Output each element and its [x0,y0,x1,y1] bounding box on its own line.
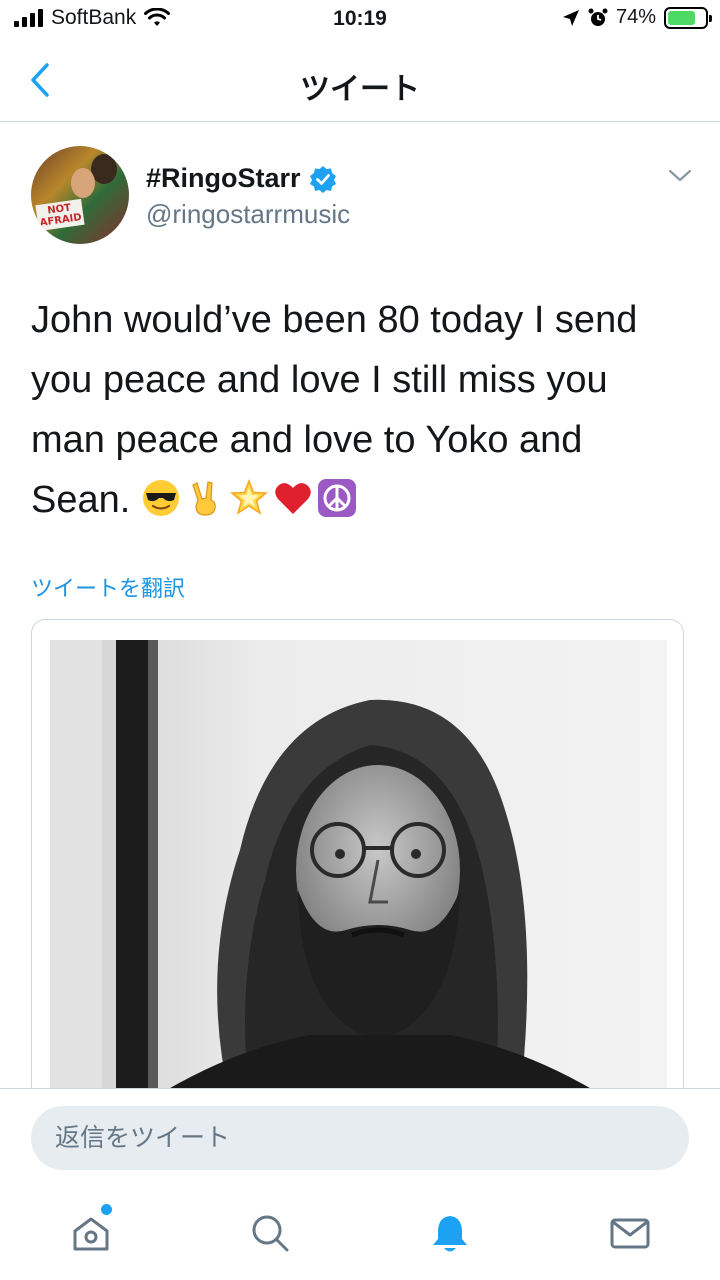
status-right: 74% [562,6,712,29]
photo-portrait [50,640,667,1099]
location-icon [562,9,579,26]
verified-badge-icon [309,165,336,193]
victory-hand-emoji [192,481,216,516]
user-handle[interactable]: @ringostarrmusic [146,199,350,230]
avatar[interactable]: NOT AFRAID [31,146,129,244]
chevron-down-icon[interactable] [666,166,694,186]
tweet-text: John would’ve been 80 today I send you p… [31,290,691,530]
status-bar: SoftBank 10:19 74% [0,0,720,40]
search-icon [252,1215,289,1252]
red-heart-emoji [275,483,311,514]
translate-link[interactable]: ツイートを翻訳 [31,571,185,603]
alarm-icon [588,8,608,26]
home-icon [73,1217,109,1251]
battery-charging-icon [664,6,712,29]
tweet-media-card[interactable] [31,619,684,1099]
avatar-figure [91,154,117,184]
avatar-face [71,168,95,198]
reply-bar [0,1088,720,1188]
navigation-header: ツイート [0,40,720,122]
battery-percent: 74% [615,6,656,28]
tab-messages[interactable] [605,1208,655,1258]
display-name-text: #RingoStarr [146,163,301,193]
tweet-photo[interactable] [50,640,667,1099]
glowing-star-emoji [229,478,268,515]
tab-search[interactable] [245,1208,295,1258]
peace-symbol-emoji [317,479,356,517]
tab-home[interactable] [66,1208,116,1258]
reply-input[interactable] [31,1106,689,1170]
page-title: ツイート [300,73,420,106]
avatar-sign: NOT AFRAID [35,198,85,232]
messages-icon [610,1218,650,1249]
smiling-face-with-sunglasses-emoji [142,480,179,516]
tab-bar [0,1188,720,1280]
new-content-dot [101,1204,112,1215]
battery-level [668,10,695,25]
display-name[interactable]: #RingoStarr [146,163,337,194]
tab-notifications[interactable] [425,1208,475,1258]
notifications-icon [433,1216,467,1252]
